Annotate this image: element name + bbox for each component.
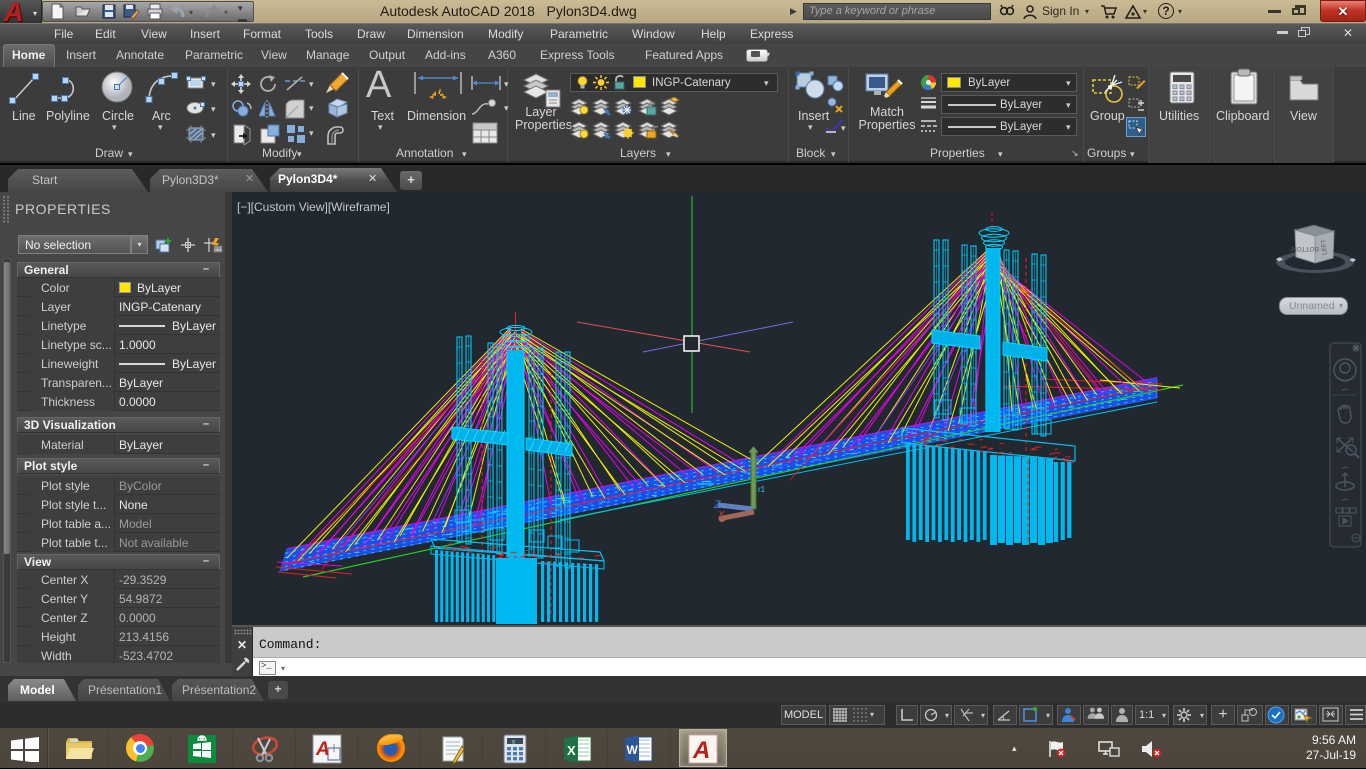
svg-text:A: A xyxy=(315,739,330,760)
svg-text:BOTTOM: BOTTOM xyxy=(1291,245,1319,252)
svg-text:W: W xyxy=(627,743,639,757)
svg-text:A: A xyxy=(692,737,710,764)
svg-text:r1: r1 xyxy=(758,485,766,494)
svg-text:8: 8 xyxy=(512,740,515,746)
svg-text:X: X xyxy=(567,743,576,758)
svg-text:LEFT: LEFT xyxy=(1320,239,1328,255)
svg-text:X: X xyxy=(717,510,725,521)
